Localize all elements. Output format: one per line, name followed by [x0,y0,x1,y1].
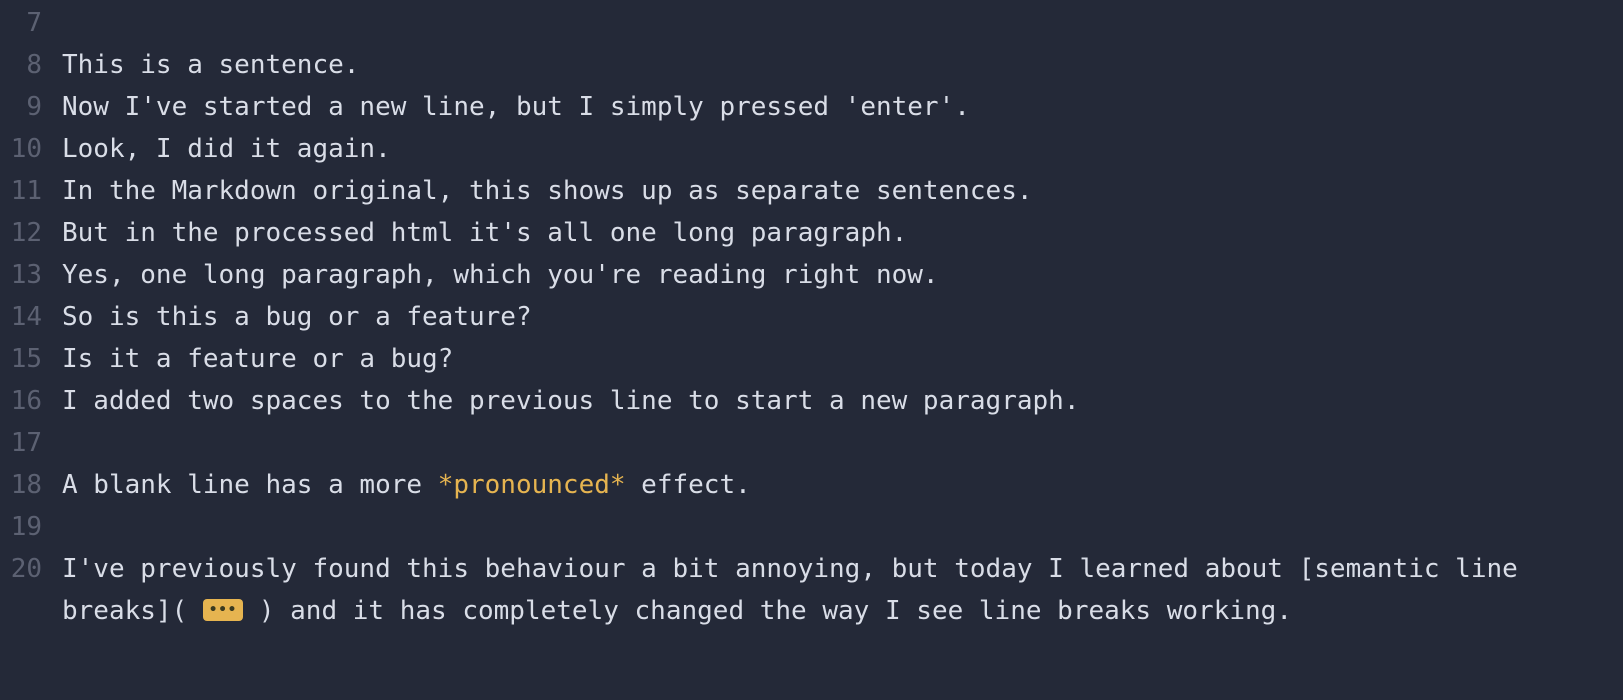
code-text: Is it a feature or a bug? [62,344,453,374]
editor-line[interactable]: 20I've previously found this behaviour a… [0,548,1623,632]
line-content[interactable]: I added two spaces to the previous line … [62,380,1623,422]
line-number: 11 [0,170,62,212]
line-number: 13 [0,254,62,296]
markdown-link-bracket: ] [156,596,172,626]
line-content[interactable]: A blank line has a more *pronounced* eff… [62,464,1623,506]
line-content[interactable]: So is this a bug or a feature? [62,296,1623,338]
line-content[interactable]: But in the processed html it's all one l… [62,212,1623,254]
line-content[interactable]: Look, I did it again. [62,128,1623,170]
line-content[interactable] [62,506,1623,548]
code-text: In the Markdown original, this shows up … [62,176,1033,206]
code-text: So is this a bug or a feature? [62,302,532,332]
editor-line[interactable]: 10Look, I did it again. [0,128,1623,170]
code-editor[interactable]: 7 8This is a sentence.9Now I've started … [0,0,1623,632]
line-content[interactable]: Yes, one long paragraph, which you're re… [62,254,1623,296]
line-number: 19 [0,506,62,548]
code-text: effect. [626,470,751,500]
line-number: 7 [0,2,62,44]
editor-line[interactable]: 14So is this a bug or a feature? [0,296,1623,338]
line-content[interactable]: Now I've started a new line, but I simpl… [62,86,1623,128]
line-number: 14 [0,296,62,338]
editor-line[interactable]: 7 [0,2,1623,44]
line-number: 16 [0,380,62,422]
editor-line[interactable]: 18A blank line has a more *pronounced* e… [0,464,1623,506]
line-content[interactable]: I've previously found this behaviour a b… [62,548,1623,632]
code-text: But in the processed html it's all one l… [62,218,907,248]
line-content[interactable]: Is it a feature or a bug? [62,338,1623,380]
line-number: 12 [0,212,62,254]
code-text: Yes, one long paragraph, which you're re… [62,260,939,290]
line-number: 15 [0,338,62,380]
code-text: Now I've started a new line, but I simpl… [62,92,970,122]
editor-line[interactable]: 16I added two spaces to the previous lin… [0,380,1623,422]
line-number: 8 [0,44,62,86]
line-content[interactable]: This is a sentence. [62,44,1623,86]
markdown-link-bracket: [ [1299,554,1315,584]
line-number: 17 [0,422,62,464]
editor-line[interactable]: 15Is it a feature or a bug? [0,338,1623,380]
code-text: I've previously found this behaviour a b… [62,554,1299,584]
editor-line[interactable]: 9Now I've started a new line, but I simp… [0,86,1623,128]
editor-line[interactable]: 8This is a sentence. [0,44,1623,86]
editor-line[interactable]: 13Yes, one long paragraph, which you're … [0,254,1623,296]
code-text: I added two spaces to the previous line … [62,386,1079,416]
collapsed-url-icon[interactable]: ••• [203,599,243,621]
line-number: 10 [0,128,62,170]
markdown-emphasis: *pronounced* [438,470,626,500]
line-content[interactable]: In the Markdown original, this shows up … [62,170,1623,212]
editor-line[interactable]: 17 [0,422,1623,464]
line-number: 9 [0,86,62,128]
line-content[interactable] [62,422,1623,464]
line-number: 20 [0,548,62,590]
code-text: Look, I did it again. [62,134,391,164]
markdown-link-paren: ( [172,596,188,626]
editor-line[interactable]: 19 [0,506,1623,548]
code-text: and it has completely changed the way I … [275,596,1292,626]
code-text: This is a sentence. [62,50,359,80]
markdown-link-paren: ) [259,596,275,626]
editor-line[interactable]: 11In the Markdown original, this shows u… [0,170,1623,212]
line-number: 18 [0,464,62,506]
editor-line[interactable]: 12But in the processed html it's all one… [0,212,1623,254]
line-content[interactable] [62,2,1623,44]
code-text: A blank line has a more [62,470,438,500]
